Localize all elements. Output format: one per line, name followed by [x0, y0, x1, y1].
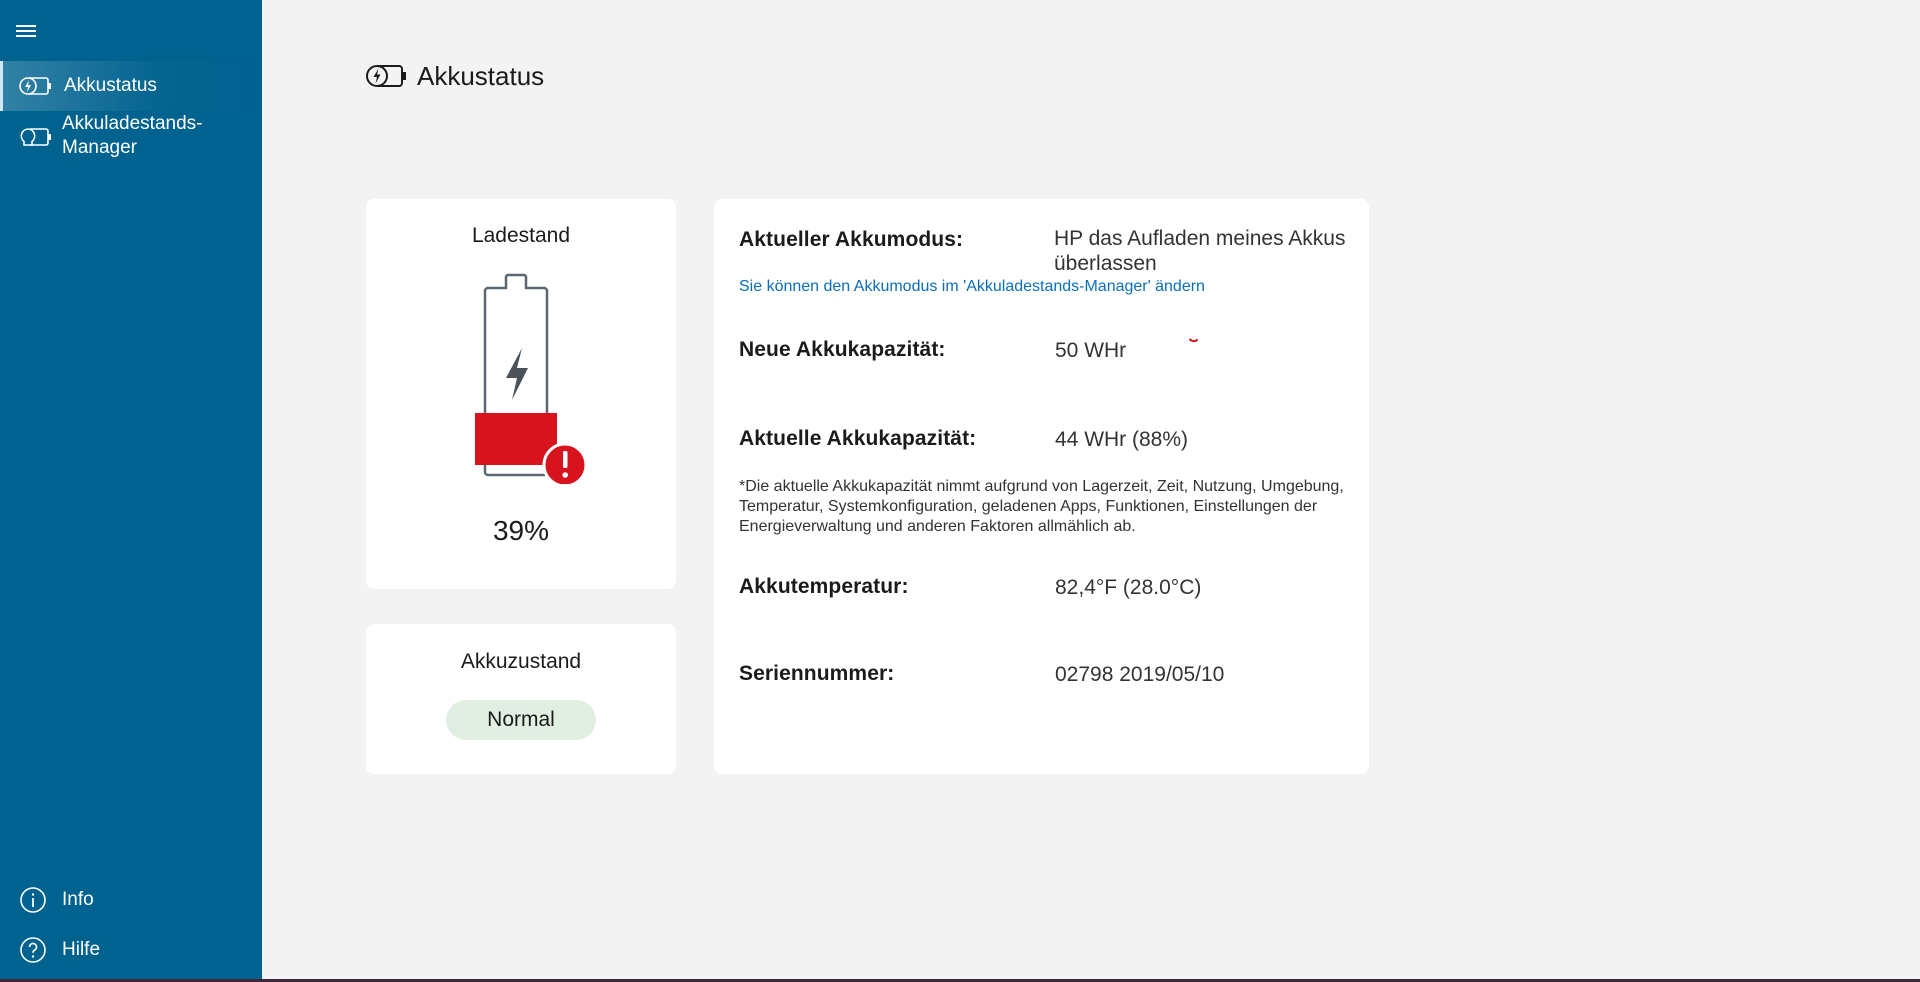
page-title: Akkustatus — [365, 56, 544, 96]
mode-label: Aktueller Akkumodus: — [739, 228, 964, 251]
current-capacity-label: Aktuelle Akkukapazität: — [739, 427, 977, 450]
health-heading: Akkuzustand — [460, 650, 582, 673]
serial-value: 02798 2019/05/10 — [1055, 663, 1225, 686]
exclamation-icon — [542, 442, 588, 484]
sidebar-item-info[interactable]: Info — [0, 880, 262, 920]
mode-value: HP das Aufladen meines Akkus überlassen — [1054, 227, 1346, 275]
charge-percent: 39% — [492, 515, 550, 546]
red-mark — [1189, 338, 1198, 343]
status-badge: Normal — [446, 700, 596, 740]
sidebar-item-akkuladestands-manager[interactable]: Akkuladestands- Manager — [0, 112, 262, 162]
battery-bolt-icon — [366, 65, 406, 87]
battery-bolt-icon — [19, 77, 51, 95]
battery-bulb-icon — [20, 128, 51, 146]
mode-manager-link[interactable]: Sie können den Akkumodus im 'Akkuladesta… — [739, 278, 1205, 296]
hamburger-menu-icon[interactable] — [16, 22, 36, 37]
sidebar-item-label: Info — [62, 889, 94, 910]
sidebar-item-akkustatus[interactable]: Akkustatus — [0, 61, 262, 111]
sidebar-item-label: Akkuladestands- Manager — [62, 113, 203, 158]
page-title-text: Akkustatus — [417, 60, 545, 91]
current-capacity-value: 44 WHr (88%) — [1055, 428, 1189, 451]
battery-info-card: Aktueller Akkumodus: HP das Aufladen mei… — [714, 199, 1369, 774]
sidebar: Akkustatus Akkuladestands- Manager Info … — [0, 0, 262, 979]
battery-graphic — [475, 273, 588, 484]
sidebar-item-label: Akkustatus — [64, 75, 157, 96]
battery-health-card: Akkuzustand Normal — [366, 624, 676, 774]
help-icon — [20, 937, 46, 963]
sidebar-item-hilfe[interactable]: Hilfe — [0, 930, 262, 970]
charge-card: Ladestand 39% — [366, 199, 676, 589]
capacity-note: *Die aktuelle Akkukapazität nimmt aufgru… — [739, 478, 1344, 535]
sidebar-item-label: Hilfe — [62, 939, 101, 960]
temperature-label: Akkutemperatur: — [739, 575, 909, 598]
new-capacity-value: 50 WHr — [1055, 339, 1127, 362]
info-icon — [20, 887, 46, 913]
charge-heading: Ladestand — [471, 224, 571, 247]
temperature-value: 82,4°F (28.0°C) — [1055, 576, 1202, 599]
serial-label: Seriennummer: — [739, 662, 895, 685]
new-capacity-label: Neue Akkukapazität: — [739, 338, 946, 361]
